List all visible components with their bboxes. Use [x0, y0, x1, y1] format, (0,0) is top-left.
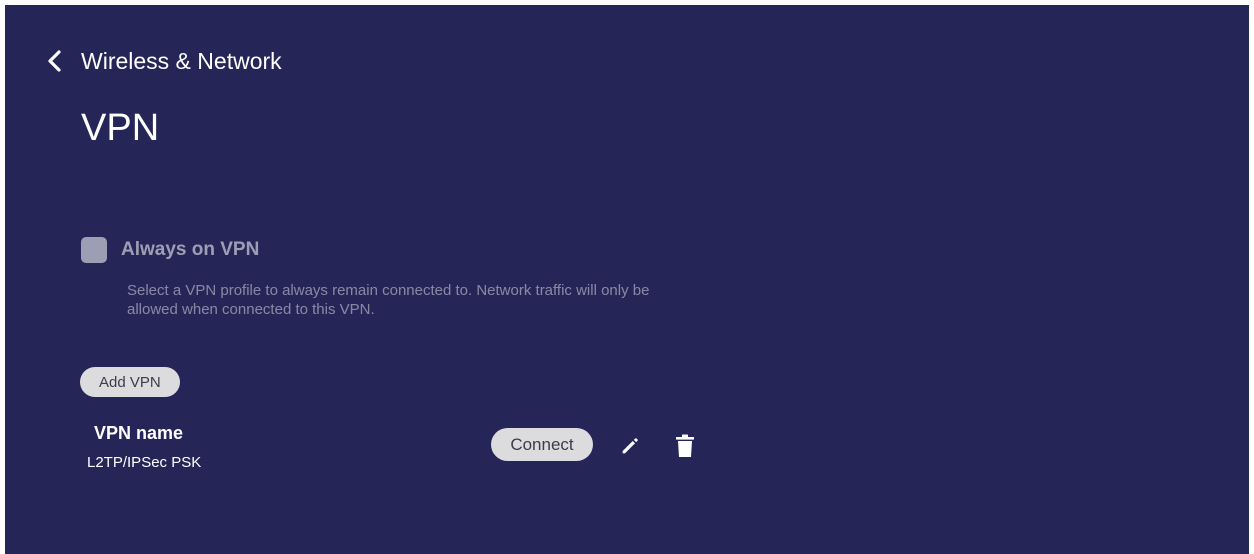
vpn-list-item: VPN name L2TP/IPSec PSK Connect [87, 423, 727, 477]
page-title: VPN [81, 107, 160, 149]
always-on-vpn-label: Always on VPN [121, 239, 260, 260]
pencil-icon[interactable] [619, 435, 641, 457]
always-on-vpn-toggle[interactable]: Always on VPN [81, 237, 259, 263]
vpn-type: L2TP/IPSec PSK [87, 454, 202, 471]
connect-button[interactable]: Connect [491, 428, 593, 461]
add-vpn-button[interactable]: Add VPN [80, 367, 180, 397]
always-on-vpn-description: Select a VPN profile to always remain co… [127, 282, 650, 318]
header-title: Wireless & Network [81, 47, 282, 74]
back-navigation[interactable]: Wireless & Network [43, 43, 282, 79]
vpn-settings-screen: Wireless & Network VPN Always on VPN Sel… [5, 5, 1249, 554]
always-on-vpn-checkbox[interactable] [81, 237, 107, 263]
vpn-name: VPN name [94, 423, 184, 443]
trash-icon[interactable] [675, 434, 695, 458]
chevron-left-icon[interactable] [43, 49, 67, 73]
